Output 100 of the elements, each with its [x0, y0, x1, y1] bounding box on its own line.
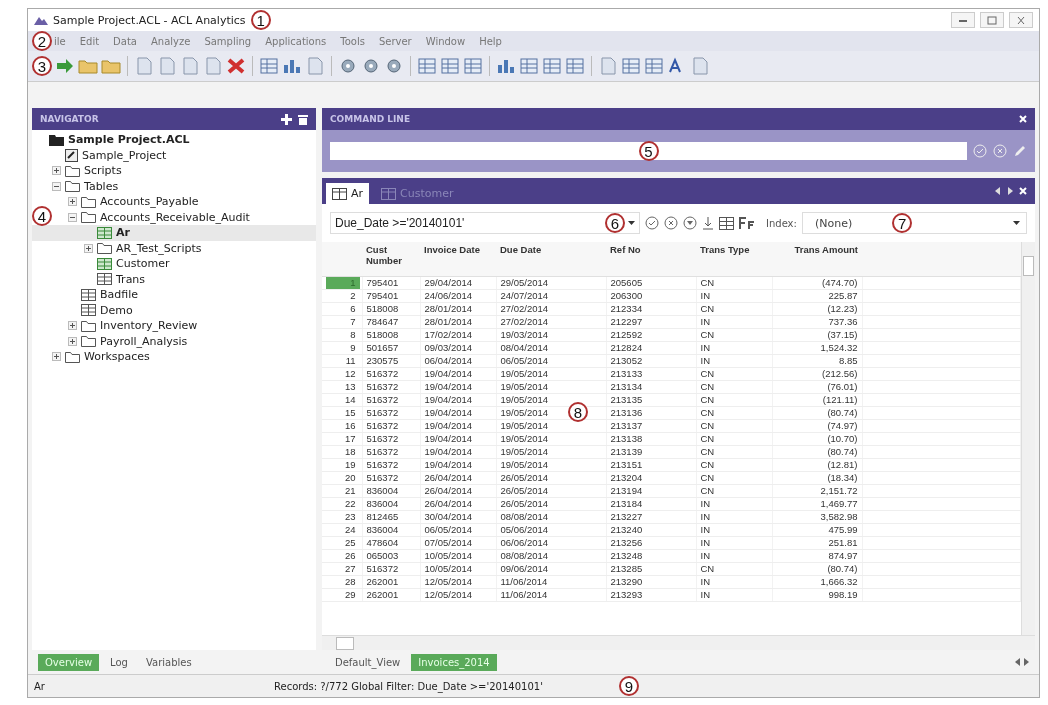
- check-icon[interactable]: [645, 216, 659, 230]
- vertical-scrollbar[interactable]: [1021, 242, 1035, 635]
- table-cell: 19/04/2014: [424, 394, 473, 405]
- folder-icon: [49, 133, 64, 146]
- table-cell: 26/04/2014: [424, 485, 473, 496]
- tree-item[interactable]: Accounts_Payable: [100, 195, 199, 209]
- tree-item[interactable]: Tables: [84, 179, 119, 193]
- tree-item[interactable]: Inventory_Review: [100, 319, 198, 333]
- table-tab[interactable]: Ar: [326, 183, 370, 204]
- expander-icon[interactable]: [52, 352, 61, 362]
- row-number[interactable]: 8: [325, 329, 360, 341]
- row-number[interactable]: 23: [325, 511, 360, 523]
- menu-item[interactable]: Applications: [265, 35, 327, 47]
- callout-number: 9: [619, 676, 639, 696]
- command-input[interactable]: 5: [330, 142, 967, 160]
- view-tab[interactable]: Default_View: [328, 653, 408, 671]
- table-cell: 24/07/2014: [500, 290, 549, 301]
- table-cell: 478604: [366, 537, 399, 548]
- row-number[interactable]: 19: [325, 459, 360, 471]
- expander-icon[interactable]: [68, 197, 77, 207]
- row-number[interactable]: 25: [325, 537, 360, 549]
- menu-item[interactable]: Help: [479, 35, 502, 47]
- expander-icon[interactable]: [68, 336, 77, 346]
- left-arrow-icon[interactable]: [995, 187, 1001, 195]
- download-icon[interactable]: [702, 216, 714, 230]
- filter-field[interactable]: Due_Date >='20140101' 6: [330, 212, 640, 234]
- table-cell: IN: [700, 498, 710, 509]
- row-number[interactable]: 17: [325, 433, 360, 445]
- row-number[interactable]: 12: [325, 368, 360, 380]
- row-number[interactable]: 29: [325, 589, 360, 601]
- table-icon[interactable]: [719, 216, 734, 230]
- chart-icon[interactable]: [282, 57, 302, 75]
- expander-icon[interactable]: [68, 212, 77, 222]
- tree-item[interactable]: Accounts_Receivable_Audit: [100, 210, 250, 224]
- row-number[interactable]: 9: [325, 342, 360, 354]
- menu-item[interactable]: Window: [425, 35, 466, 47]
- expander-icon[interactable]: [52, 181, 61, 191]
- delete-icon[interactable]: [226, 57, 246, 75]
- tree-item[interactable]: Customer: [116, 257, 170, 271]
- row-number[interactable]: 22: [325, 498, 360, 510]
- tree-item[interactable]: Badfile: [100, 288, 139, 302]
- gear-icon[interactable]: [361, 57, 381, 75]
- panel-tab[interactable]: Variables: [138, 653, 199, 671]
- tree-item[interactable]: Sample_Project: [82, 148, 167, 162]
- row-number[interactable]: 14: [325, 394, 360, 406]
- callout-number: 6: [605, 213, 625, 233]
- row-number[interactable]: 6: [325, 303, 360, 315]
- row-number[interactable]: 13: [325, 381, 360, 393]
- add-icon[interactable]: [281, 113, 292, 125]
- row-number[interactable]: 18: [325, 446, 360, 458]
- row-number[interactable]: 24: [325, 524, 360, 536]
- right-arrow-icon[interactable]: [1024, 658, 1029, 666]
- tree-item[interactable]: Scripts: [84, 164, 122, 178]
- row-number[interactable]: 21: [325, 485, 360, 497]
- menu-item[interactable]: Sampling: [204, 35, 252, 47]
- row-number[interactable]: 28: [325, 576, 360, 588]
- arrow-icon[interactable]: [55, 57, 75, 75]
- tree-item[interactable]: Demo: [100, 303, 133, 317]
- chart-icon[interactable]: [496, 57, 516, 75]
- right-arrow-icon[interactable]: [1007, 187, 1013, 195]
- tree-item[interactable]: Workspaces: [84, 350, 150, 364]
- menu-item[interactable]: Data: [113, 35, 137, 47]
- gear-icon[interactable]: [384, 57, 404, 75]
- expander-icon[interactable]: [68, 321, 77, 331]
- row-number[interactable]: 27: [325, 563, 360, 575]
- tree-item[interactable]: Trans: [116, 272, 146, 286]
- menu-item[interactable]: ile: [54, 35, 66, 47]
- close-icon[interactable]: [1019, 187, 1027, 195]
- panel-tab[interactable]: Log: [103, 653, 135, 671]
- tree-item[interactable]: Sample Project.ACL: [68, 133, 190, 147]
- menu-item[interactable]: Tools: [340, 35, 365, 47]
- row-number[interactable]: 26: [325, 550, 360, 562]
- menu-item[interactable]: Edit: [79, 35, 100, 47]
- menu-item[interactable]: Analyze: [151, 35, 191, 47]
- tree-item[interactable]: AR_Test_Scripts: [116, 241, 202, 255]
- row-number[interactable]: 16: [325, 420, 360, 432]
- close-button[interactable]: [1009, 12, 1033, 28]
- index-dropdown[interactable]: (None) 7: [801, 212, 1027, 234]
- row-number[interactable]: 20: [325, 472, 360, 484]
- tree-item[interactable]: Payroll_Analysis: [100, 334, 188, 348]
- tree-item[interactable]: Ar: [116, 226, 130, 240]
- gear-icon[interactable]: [338, 57, 358, 75]
- expander-icon[interactable]: [84, 243, 93, 253]
- left-arrow-icon[interactable]: [1015, 658, 1020, 666]
- filter-icon[interactable]: [683, 216, 697, 230]
- row-number[interactable]: 11: [325, 355, 360, 367]
- font-icon[interactable]: [739, 216, 755, 230]
- cancel-icon[interactable]: [664, 216, 678, 230]
- row-number[interactable]: 15: [325, 407, 360, 419]
- table-cell: 8.85: [839, 355, 858, 366]
- minimize-button[interactable]: [951, 12, 975, 28]
- expander-icon[interactable]: [52, 166, 61, 176]
- table-cell: CN: [700, 485, 715, 496]
- row-number[interactable]: 7: [325, 316, 360, 328]
- dropdown-caret-icon[interactable]: [628, 221, 635, 225]
- row-number[interactable]: 2: [325, 290, 360, 302]
- edit-icon[interactable]: [1013, 144, 1027, 158]
- trash-icon[interactable]: [298, 113, 308, 125]
- close-icon[interactable]: [1019, 115, 1027, 123]
- menu-item[interactable]: Server: [378, 35, 412, 47]
